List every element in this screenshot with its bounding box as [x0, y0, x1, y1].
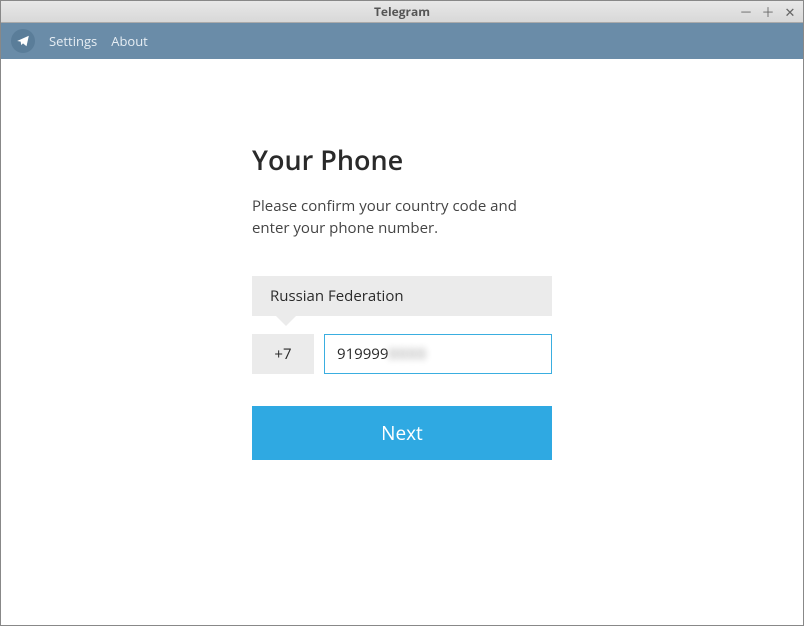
minimize-button[interactable]: － [739, 2, 753, 21]
page-title: Your Phone [252, 141, 552, 178]
country-code-box[interactable]: +7 [252, 334, 314, 374]
window-title: Telegram [374, 3, 430, 20]
next-button[interactable]: Next [252, 406, 552, 460]
phone-digits-visible: 919999 [337, 344, 388, 364]
country-select[interactable]: Russian Federation [252, 276, 552, 316]
instruction-text: Please confirm your country code and ent… [252, 196, 552, 240]
close-button[interactable]: ✕ [783, 3, 797, 21]
menubar: Settings About [1, 23, 803, 59]
menu-settings[interactable]: Settings [49, 32, 97, 50]
country-code-text: +7 [274, 344, 291, 364]
app-window: Telegram － ＋ ✕ Settings About Your Phone… [0, 0, 804, 626]
maximize-button[interactable]: ＋ [761, 2, 775, 21]
menu-about[interactable]: About [111, 32, 148, 50]
phone-row: +7 9199990000 [252, 334, 552, 374]
telegram-icon [11, 29, 35, 53]
window-controls: － ＋ ✕ [739, 1, 797, 22]
phone-digits-hidden: 0000 [388, 344, 426, 364]
phone-input[interactable]: 9199990000 [324, 334, 552, 374]
content-area: Your Phone Please confirm your country c… [1, 59, 803, 625]
titlebar: Telegram － ＋ ✕ [1, 1, 803, 23]
country-label: Russian Federation [270, 286, 404, 306]
phone-form: Your Phone Please confirm your country c… [252, 141, 552, 625]
